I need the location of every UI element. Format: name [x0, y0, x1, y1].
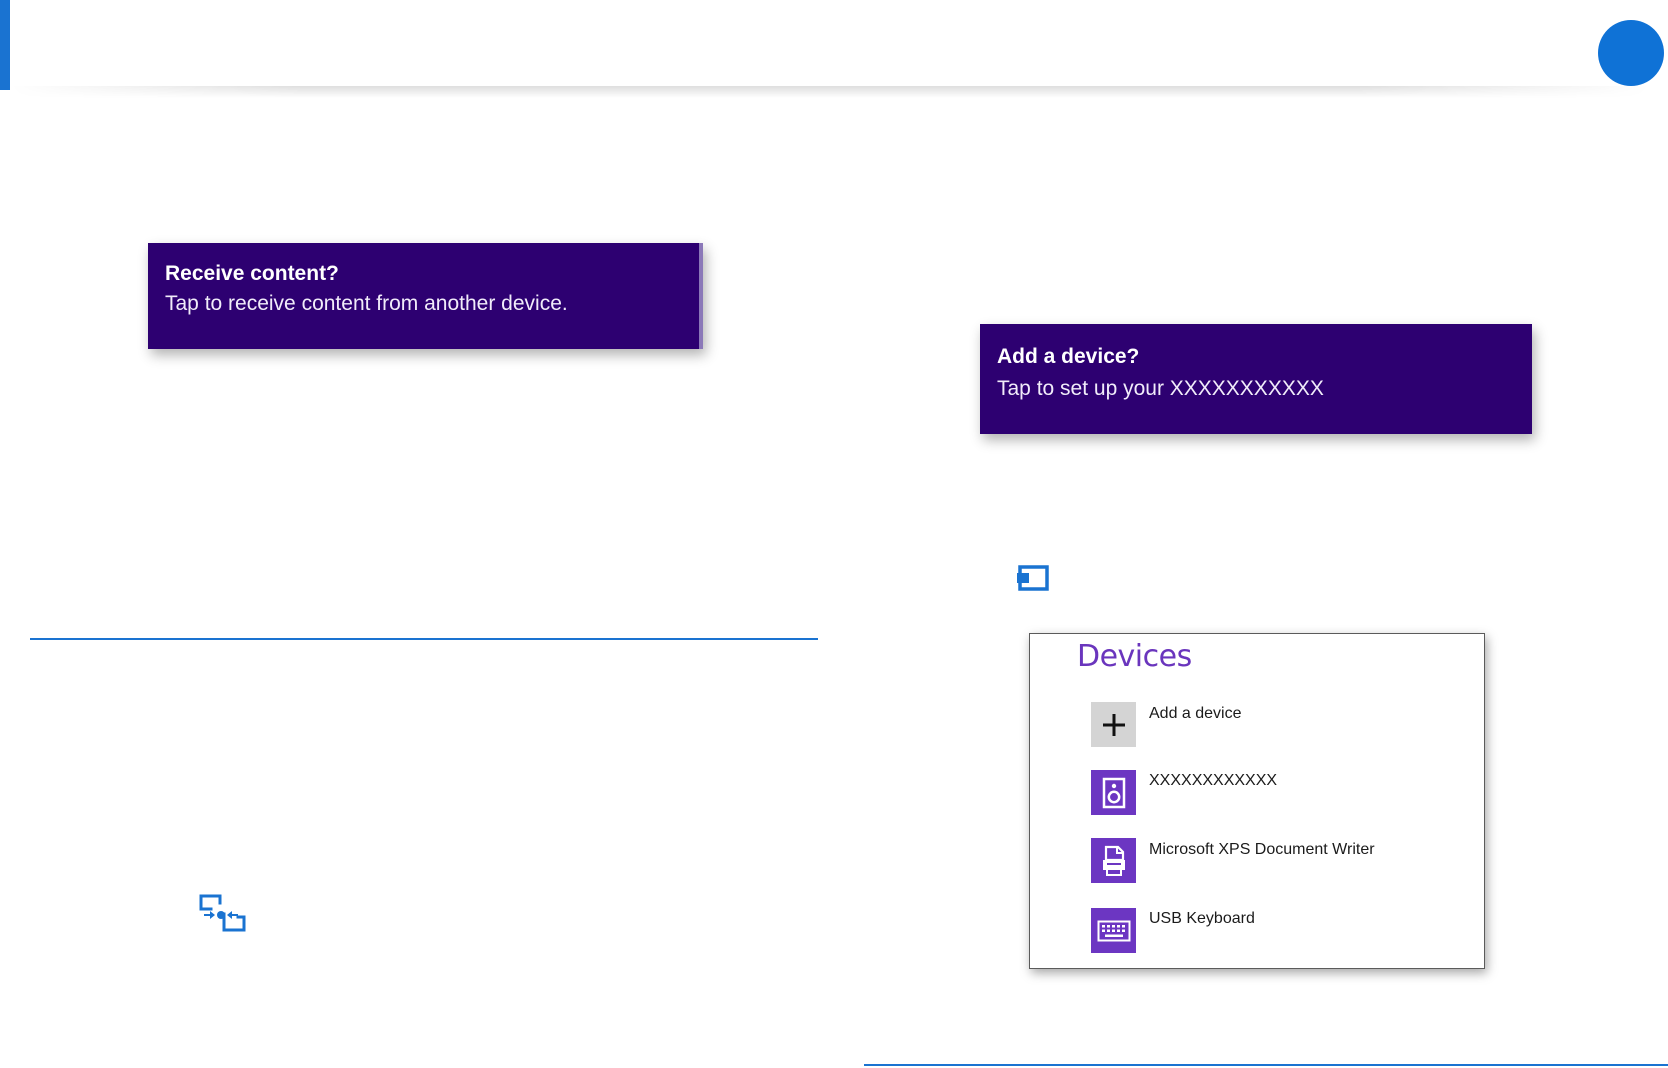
page-indicator-circle	[1598, 20, 1664, 86]
header-accent-bar	[0, 0, 10, 90]
speaker-icon	[1102, 777, 1125, 808]
devices-panel: Devices Add a device XXXXXXXXXXXX Micros…	[1029, 633, 1485, 969]
section-divider-right	[864, 1064, 1668, 1066]
keyboard-device-tile[interactable]	[1091, 908, 1136, 953]
share-icon	[199, 894, 246, 932]
receive-toast-title: Receive content?	[165, 262, 339, 285]
device-label-speaker[interactable]: XXXXXXXXXXXX	[1149, 771, 1277, 791]
add-device-toast-title: Add a device?	[997, 345, 1140, 368]
device-label-keyboard[interactable]: USB Keyboard	[1149, 909, 1255, 929]
add-device-toast[interactable]: Add a device? Tap to set up your XXXXXXX…	[980, 324, 1532, 434]
device-label-xps[interactable]: Microsoft XPS Document Writer	[1149, 840, 1375, 860]
speaker-device-tile[interactable]	[1091, 770, 1136, 815]
receive-content-toast[interactable]: Receive content? Tap to receive content …	[148, 243, 703, 349]
section-divider-left	[30, 638, 818, 640]
devices-panel-title: Devices	[1077, 639, 1192, 674]
add-device-tile[interactable]	[1091, 702, 1136, 747]
keyboard-icon	[1097, 920, 1130, 941]
receive-toast-body: Tap to receive content from another devi…	[165, 292, 568, 315]
printer-device-tile[interactable]	[1091, 838, 1136, 883]
printer-icon	[1102, 845, 1125, 876]
device-label-add[interactable]: Add a device	[1149, 704, 1242, 724]
plus-icon	[1102, 713, 1125, 736]
header-shadow-rule	[10, 86, 1650, 98]
project-icon	[1017, 565, 1049, 591]
add-device-toast-body: Tap to set up your XXXXXXXXXXX	[997, 377, 1324, 400]
